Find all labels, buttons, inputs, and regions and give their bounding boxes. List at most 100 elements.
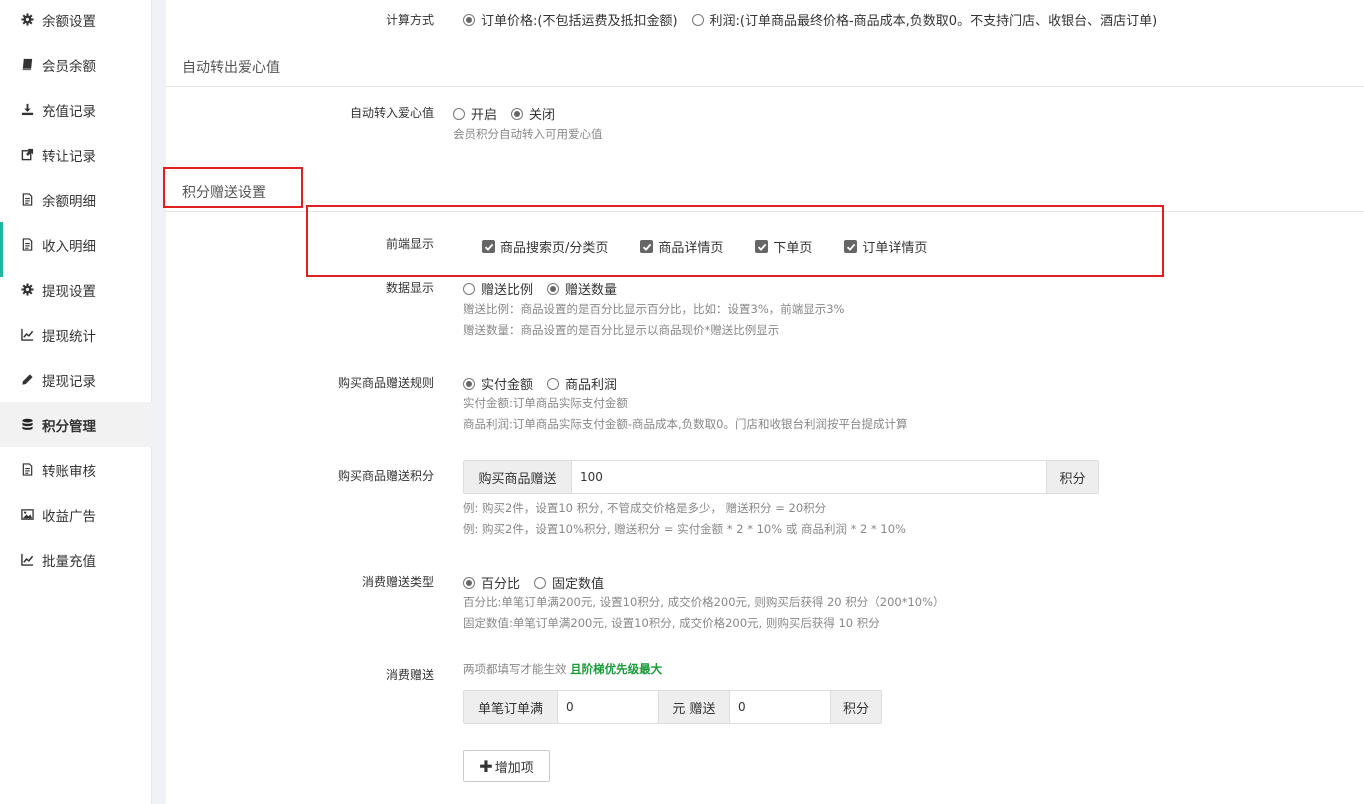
- consume-type-help-1: 百分比:单笔订单满200元, 设置10积分, 成交价格200元, 则购买后获得 …: [463, 595, 945, 609]
- consume-gift-input-group: 单笔订单满 元 赠送 积分: [463, 690, 882, 724]
- consume-gift-help-emphasis: 且阶梯优先级最大: [570, 662, 663, 676]
- consume-gift-amount-input[interactable]: [558, 691, 658, 723]
- radio-icon: [547, 377, 560, 390]
- consume-gift-prefix: 单笔订单满: [464, 691, 558, 723]
- section-title-love: 自动转出爱心值: [182, 60, 280, 76]
- buy-points-input[interactable]: [572, 461, 1046, 493]
- radio-icon: [463, 377, 475, 390]
- auto-love-help: 会员积分自动转入可用爱心值: [453, 127, 603, 141]
- calc-method-label: 计算方式: [385, 13, 434, 27]
- sidebar-item[interactable]: 提现设置: [0, 267, 152, 312]
- line-chart-icon: [20, 553, 34, 567]
- radio-icon: [463, 576, 475, 589]
- document-icon: [20, 193, 34, 207]
- section-divider: [166, 86, 1364, 87]
- plus-icon: ✚: [479, 756, 493, 776]
- consume-type-option-fixed[interactable]: 固定数值: [534, 573, 604, 592]
- data-display-help-2: 赠送数量：商品设置的是百分比显示以商品现价*赠送比例显示: [463, 323, 780, 337]
- consume-type-radio-group: 百分比 固定数值: [463, 573, 618, 592]
- sidebar-item-label: 积分管理: [42, 418, 96, 435]
- sidebar-item-label: 余额明细: [42, 193, 96, 210]
- highlight-box-section-title: [163, 167, 303, 208]
- line-chart-icon: [20, 328, 34, 342]
- buy-points-prefix: 购买商品赠送: [464, 461, 572, 493]
- radio-icon: [547, 282, 560, 295]
- consume-gift-help: 两项都填写才能生效 且阶梯优先级最大: [463, 662, 663, 676]
- sidebar-item[interactable]: 收益广告: [0, 492, 152, 537]
- buy-rule-radio-group: 实付金额 商品利润: [463, 374, 631, 393]
- sidebar-item-label: 提现设置: [42, 283, 96, 300]
- add-item-button[interactable]: ✚ 增加项: [463, 750, 550, 782]
- buy-points-input-group: 购买商品赠送 积分: [463, 460, 1099, 494]
- sidebar-item[interactable]: 会员余额: [0, 42, 152, 87]
- sidebar-item-label: 转让记录: [42, 148, 96, 165]
- radio-icon: [511, 107, 524, 120]
- buy-points-label: 购买商品赠送积分: [337, 469, 434, 483]
- data-display-help-1: 赠送比例：商品设置的是百分比显示百分比，比如：设置3%，前端显示3%: [463, 302, 845, 316]
- calc-method-option-profit[interactable]: 利润:(订单商品最终价格-商品成本,负数取0。不支持门店、收银台、酒店订单): [691, 10, 1157, 29]
- gear-icon: [20, 13, 34, 27]
- consume-gift-label: 消费赠送: [385, 668, 434, 682]
- data-display-radio-group: 赠送比例 赠送数量: [463, 279, 631, 298]
- database-icon: [20, 418, 34, 432]
- data-display-option-amount[interactable]: 赠送数量: [547, 279, 617, 298]
- buy-points-suffix: 积分: [1046, 461, 1098, 493]
- radio-icon: [463, 282, 475, 295]
- buy-rule-help-2: 商品利润:订单商品实际支付金额-商品成本,负数取0。门店和收银台利润按平台提成计…: [463, 417, 908, 431]
- highlight-box-frontend-display: [306, 205, 1164, 277]
- radio-icon: [463, 13, 475, 26]
- buy-points-help-2: 例: 购买2件，设置10%积分, 赠送积分 = 实付金额 * 2 * 10% 或…: [463, 522, 906, 536]
- main-content: 计算方式 订单价格:(不包括运费及抵扣金额) 利润:(订单商品最终价格-商品成本…: [166, 0, 1364, 804]
- gear-icon: [20, 283, 34, 297]
- buy-rule-label: 购买商品赠送规则: [337, 376, 434, 390]
- auto-love-label: 自动转入爱心值: [349, 106, 434, 120]
- data-display-label: 数据显示: [385, 281, 434, 295]
- consume-gift-points-input[interactable]: [730, 691, 830, 723]
- consume-gift-middle: 元 赠送: [658, 691, 730, 723]
- auto-love-option-on[interactable]: 开启: [453, 104, 497, 123]
- data-display-option-ratio[interactable]: 赠送比例: [463, 279, 533, 298]
- radio-icon: [534, 576, 547, 589]
- sidebar-item-label: 会员余额: [42, 58, 96, 75]
- document-icon: [20, 238, 34, 252]
- sidebar-item-label: 提现记录: [42, 373, 96, 390]
- sidebar-item-label: 充值记录: [42, 103, 96, 120]
- consume-type-option-percent[interactable]: 百分比: [463, 573, 520, 592]
- sidebar-item-label: 提现统计: [42, 328, 96, 345]
- calc-method-option-price[interactable]: 订单价格:(不包括运费及抵扣金额): [463, 10, 678, 29]
- sidebar-item-label: 收益广告: [42, 508, 96, 525]
- download-icon: [20, 103, 34, 117]
- auto-love-radio-group: 开启 关闭: [453, 104, 569, 123]
- sidebar-item[interactable]: 批量充值: [0, 537, 152, 582]
- sidebar-item-label: 余额设置: [42, 13, 96, 30]
- sidebar-item-label: 转账审核: [42, 463, 96, 480]
- sidebar-item[interactable]: 余额明细: [0, 177, 152, 222]
- calc-method-radio-group: 订单价格:(不包括运费及抵扣金额) 利润:(订单商品最终价格-商品成本,负数取0…: [463, 10, 1171, 29]
- buy-rule-option-paid[interactable]: 实付金额: [463, 374, 533, 393]
- consume-type-help-2: 固定数值:单笔订单满200元, 设置10积分, 成交价格200元, 则购买后获得…: [463, 616, 880, 630]
- auto-love-option-off[interactable]: 关闭: [511, 104, 555, 123]
- external-link-icon: [20, 148, 34, 162]
- sidebar-item[interactable]: 转账审核: [0, 447, 152, 492]
- image-icon: [20, 508, 34, 522]
- document-icon: [20, 463, 34, 477]
- sidebar-item-label: 批量充值: [42, 553, 96, 570]
- sidebar-item[interactable]: 积分管理: [0, 402, 152, 447]
- sidebar-item[interactable]: 提现记录: [0, 357, 152, 402]
- pencil-icon: [20, 373, 34, 387]
- sidebar-item[interactable]: 提现统计: [0, 312, 152, 357]
- radio-icon: [453, 107, 465, 120]
- book-icon: [20, 58, 34, 72]
- sidebar-item[interactable]: 转让记录: [0, 132, 152, 177]
- sidebar-item[interactable]: 余额设置: [0, 0, 152, 42]
- consume-type-label: 消费赠送类型: [361, 575, 434, 589]
- sidebar-item-label: 收入明细: [42, 238, 96, 255]
- buy-rule-option-profit[interactable]: 商品利润: [547, 374, 617, 393]
- buy-rule-help-1: 实付金额:订单商品实际支付金额: [463, 396, 628, 410]
- sidebar: 余额设置会员余额充值记录转让记录余额明细收入明细提现设置提现统计提现记录积分管理…: [0, 0, 152, 804]
- consume-gift-suffix: 积分: [830, 691, 881, 723]
- buy-points-help-1: 例: 购买2件，设置10 积分, 不管成交价格是多少， 赠送积分 = 20积分: [463, 501, 827, 515]
- radio-icon: [691, 13, 704, 26]
- sidebar-item[interactable]: 充值记录: [0, 87, 152, 132]
- sidebar-item[interactable]: 收入明细: [0, 222, 152, 267]
